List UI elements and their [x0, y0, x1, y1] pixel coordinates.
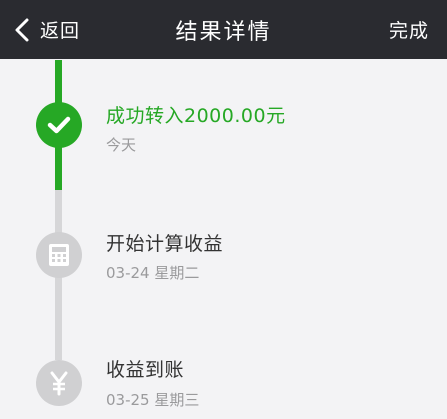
back-label: 返回	[40, 20, 81, 42]
navigation-bar: 返回 结果详情 完成	[0, 0, 447, 59]
step-status-pending	[36, 232, 82, 278]
step-date-earnings-arrive: 03-25 星期三	[106, 391, 200, 409]
step-date-transfer: 今天	[106, 136, 137, 154]
step-status-done	[36, 102, 82, 148]
calculator-icon	[49, 244, 69, 266]
back-button[interactable]: 返回	[12, 0, 80, 59]
step-date-earnings-start: 03-24 星期二	[106, 264, 200, 282]
step-status-pending	[36, 360, 82, 406]
step-title-earnings-arrive: 收益到账	[106, 359, 185, 381]
done-button[interactable]: 完成	[389, 0, 429, 59]
step-title-transfer: 成功转入2000.00元	[106, 105, 286, 127]
step-title-earnings-start: 开始计算收益	[106, 233, 224, 255]
check-icon	[47, 116, 71, 134]
chevron-left-icon	[15, 18, 29, 41]
yen-icon	[50, 371, 68, 396]
